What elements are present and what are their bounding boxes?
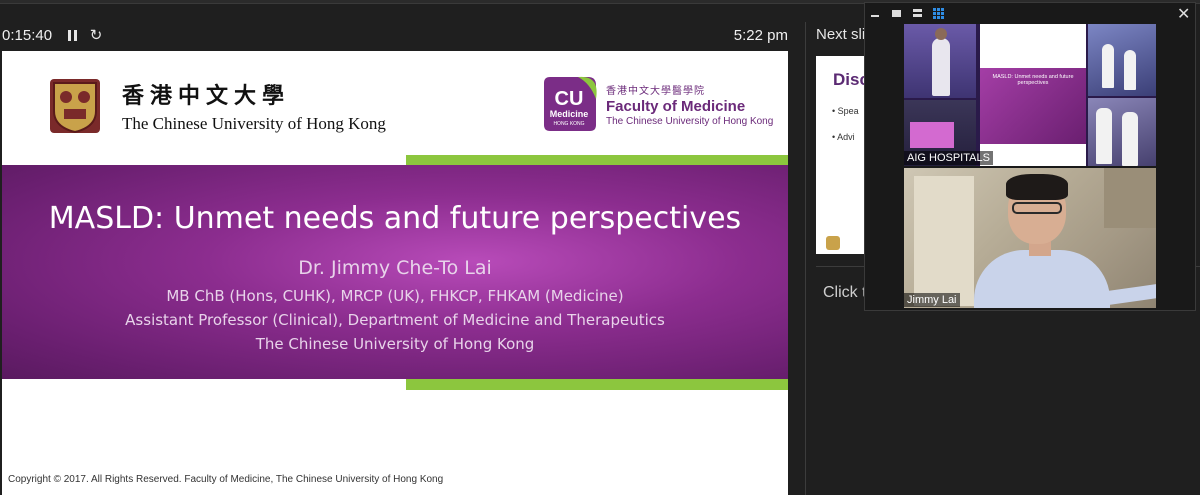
grid-view-button[interactable] (931, 6, 945, 20)
badge-cu-text: CU (555, 88, 584, 110)
restart-timer-button[interactable]: ↻ (86, 25, 106, 45)
presenter-toolbar: 0:15:40 ↻ 5:22 pm (0, 20, 806, 50)
fom-subtitle: The Chinese University of Hong Kong (606, 115, 774, 127)
fom-name-zh: 香港中文大學醫學院 (606, 85, 705, 97)
video-window-toolbar (868, 6, 952, 20)
speaker-notes-placeholder[interactable]: Click t (823, 284, 867, 302)
single-view-button[interactable] (889, 6, 903, 20)
slide-title: MASLD: Unmet needs and future perspectiv… (48, 201, 742, 236)
cuhk-name-zh: 香港中文大學 (122, 83, 291, 109)
credential-line: MB ChB (Hons, CUHK), MRCP (UK), FHKCP, F… (166, 287, 624, 305)
current-slide: 香港中文大學 The Chinese University of Hong Ko… (2, 51, 788, 495)
next-slide-crest-icon (826, 236, 840, 250)
split-view-button[interactable] (910, 6, 924, 20)
split-view-icon (912, 8, 922, 18)
cu-medicine-badge-icon: CU Medicine HONG KONG (544, 76, 597, 131)
pause-icon (67, 29, 71, 41)
copyright-footer: Copyright © 2017. All Rights Reserved. F… (8, 474, 444, 485)
next-slide-bullet: • Advi (832, 132, 855, 142)
cuhk-crest-icon (50, 79, 100, 134)
fom-name-en: Faculty of Medicine (606, 97, 746, 115)
close-video-button[interactable]: ✕ (1177, 4, 1190, 24)
elapsed-timer: 0:15:40 (2, 26, 53, 44)
badge-medicine-text: Medicine (550, 109, 589, 119)
video-tile-label: AIG HOSPITALS (904, 151, 993, 165)
current-time: 5:22 pm (733, 26, 788, 44)
minimize-icon (871, 15, 879, 17)
shared-slide-thumbnail: MASLD: Unmet needs and future perspectiv… (980, 24, 1086, 166)
green-accent-top (406, 155, 788, 165)
single-view-icon (891, 9, 901, 17)
minimize-button[interactable] (868, 6, 882, 20)
badge-hk-text: HONG KONG (553, 121, 584, 127)
pause-timer-button[interactable] (62, 25, 82, 45)
glasses (1012, 202, 1062, 214)
green-accent-bottom (406, 379, 788, 390)
next-slide-bullet: • Spea (832, 106, 859, 116)
credential-line: Assistant Professor (Clinical), Departme… (125, 311, 665, 329)
cuhk-logo: 香港中文大學 The Chinese University of Hong Ko… (46, 77, 386, 135)
credential-line: The Chinese University of Hong Kong (255, 335, 535, 353)
cuhk-name-en: The Chinese University of Hong Kong (122, 114, 386, 133)
video-tile-jimmy-lai[interactable] (904, 168, 1156, 308)
panel-splitter[interactable] (805, 22, 806, 495)
close-icon: ✕ (1177, 6, 1191, 23)
faculty-of-medicine-logo: CU Medicine HONG KONG 香港中文大學醫學院 Faculty … (538, 73, 773, 135)
presenter-name: Dr. Jimmy Che-To Lai (298, 257, 492, 279)
restart-icon: ↻ (89, 27, 103, 44)
video-tile-aig-hospitals[interactable]: MASLD: Unmet needs and future perspectiv… (904, 24, 1156, 166)
presenter-view: 0:15:40 ↻ 5:22 pm 香港中文大學 The Chinese Uni… (0, 0, 1200, 495)
grid-view-icon (932, 7, 944, 19)
video-tile-label: Jimmy Lai (904, 293, 960, 307)
